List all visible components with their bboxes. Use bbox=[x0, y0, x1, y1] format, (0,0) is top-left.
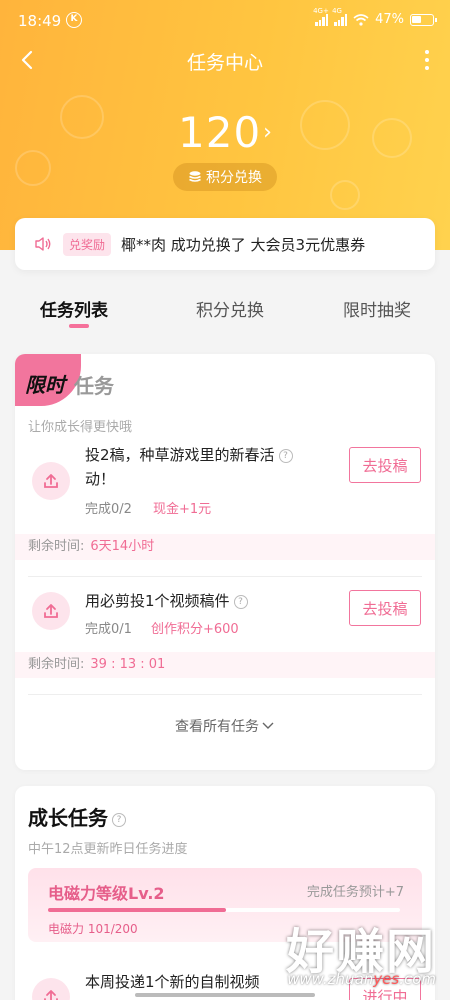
more-vertical-icon[interactable] bbox=[422, 48, 432, 72]
home-indicator[interactable] bbox=[135, 993, 315, 997]
divider bbox=[28, 576, 422, 577]
upload-icon bbox=[32, 592, 70, 630]
limited-badge-text: 限时 bbox=[25, 373, 65, 397]
remaining-time: 剩余时间: 39 : 13 : 01 bbox=[15, 652, 435, 678]
site-watermark: 好赚网 www.zhuanyes.com bbox=[246, 912, 436, 1000]
active-tab-indicator bbox=[69, 324, 89, 328]
remaining-time: 剩余时间: 6天14小时 bbox=[15, 534, 435, 560]
chevron-right-icon: › bbox=[263, 120, 272, 145]
see-all-tasks-link[interactable]: 查看所有任务 bbox=[15, 716, 435, 736]
limited-task-card: 限时 任务 让你成长得更快哦 投2稿，种草游戏里的新春活? 动！ 完成0/2 现金… bbox=[15, 354, 435, 770]
task-progress: 完成0/1 bbox=[85, 622, 132, 637]
help-icon[interactable]: ? bbox=[233, 595, 248, 609]
watermark-url: www.zhuanyes.com bbox=[287, 970, 436, 988]
level-value: 电磁力 101/200 bbox=[48, 922, 138, 936]
task-progress: 完成0/2 bbox=[85, 502, 132, 517]
help-icon[interactable]: ? bbox=[112, 813, 126, 827]
submit-button[interactable]: 去投稿 bbox=[349, 590, 421, 626]
points-value: 120 bbox=[178, 108, 262, 157]
points-display[interactable]: 120› bbox=[0, 108, 450, 157]
nav-bar: 任务中心 bbox=[0, 40, 450, 82]
task-title: 本周投递1个新的自制视频 bbox=[85, 973, 260, 991]
task-item: 用必剪投1个视频稿件? 完成0/1 创作积分+600 去投稿 bbox=[15, 590, 435, 646]
coin-stack-icon bbox=[189, 171, 201, 182]
signal-icon: 4G bbox=[332, 7, 348, 26]
task-item: 投2稿，种草游戏里的新春活? 动！ 完成0/2 现金+1元 去投稿 bbox=[15, 446, 435, 528]
battery-percent: 47% bbox=[375, 12, 404, 27]
card-subtitle: 让你成长得更快哦 bbox=[28, 420, 133, 435]
points-exchange-button[interactable]: 积分兑换 bbox=[173, 163, 277, 191]
level-prediction: 完成任务预计+7 bbox=[306, 885, 404, 900]
chevron-down-icon bbox=[262, 722, 274, 729]
divider bbox=[28, 694, 422, 695]
growth-title: 成长任务? bbox=[28, 802, 126, 831]
wifi-icon bbox=[353, 13, 369, 26]
decor-circle bbox=[330, 180, 360, 210]
task-reward: 现金+1元 bbox=[153, 502, 212, 517]
reward-notice-bar: 兑奖励 椰**肉 成功兑换了 大会员3元优惠券 bbox=[15, 218, 435, 270]
notice-badge: 兑奖励 bbox=[63, 232, 112, 256]
level-progress-fill bbox=[48, 908, 226, 912]
tab-points-exchange[interactable]: 积分兑换 bbox=[196, 296, 264, 321]
growth-subtitle: 中午12点更新昨日任务进度 bbox=[28, 842, 188, 857]
speaker-icon bbox=[35, 237, 51, 251]
task-title: 投2稿，种草游戏里的新春活? 动！ bbox=[85, 443, 293, 491]
help-icon[interactable]: ? bbox=[278, 449, 293, 463]
app-notification-icon: K bbox=[66, 12, 82, 28]
task-title: 用必剪投1个视频稿件? bbox=[85, 589, 248, 613]
level-label: 电磁力等级Lv.2 bbox=[48, 884, 165, 903]
task-reward: 创作积分+600 bbox=[151, 622, 239, 637]
status-bar: 18:49 K 4G+ 4G 47% bbox=[0, 0, 450, 40]
submit-button[interactable]: 去投稿 bbox=[349, 447, 421, 483]
status-icons: 4G+ 4G 47% bbox=[313, 7, 437, 27]
tab-bar: 任务列表 积分兑换 限时抽奖 bbox=[0, 282, 450, 338]
upload-icon bbox=[32, 978, 70, 1000]
notice-message: 椰**肉 成功兑换了 大会员3元优惠券 bbox=[121, 235, 366, 254]
tab-limited-lottery[interactable]: 限时抽奖 bbox=[343, 296, 411, 321]
signal-icon: 4G+ bbox=[313, 7, 329, 26]
status-time: 18:49 bbox=[18, 12, 62, 30]
page-title: 任务中心 bbox=[186, 52, 263, 74]
upload-icon bbox=[32, 462, 70, 500]
tab-task-list[interactable]: 任务列表 bbox=[40, 296, 108, 321]
card-title: 任务 bbox=[74, 374, 114, 398]
exchange-label: 积分兑换 bbox=[206, 170, 262, 186]
battery-icon bbox=[410, 13, 437, 26]
